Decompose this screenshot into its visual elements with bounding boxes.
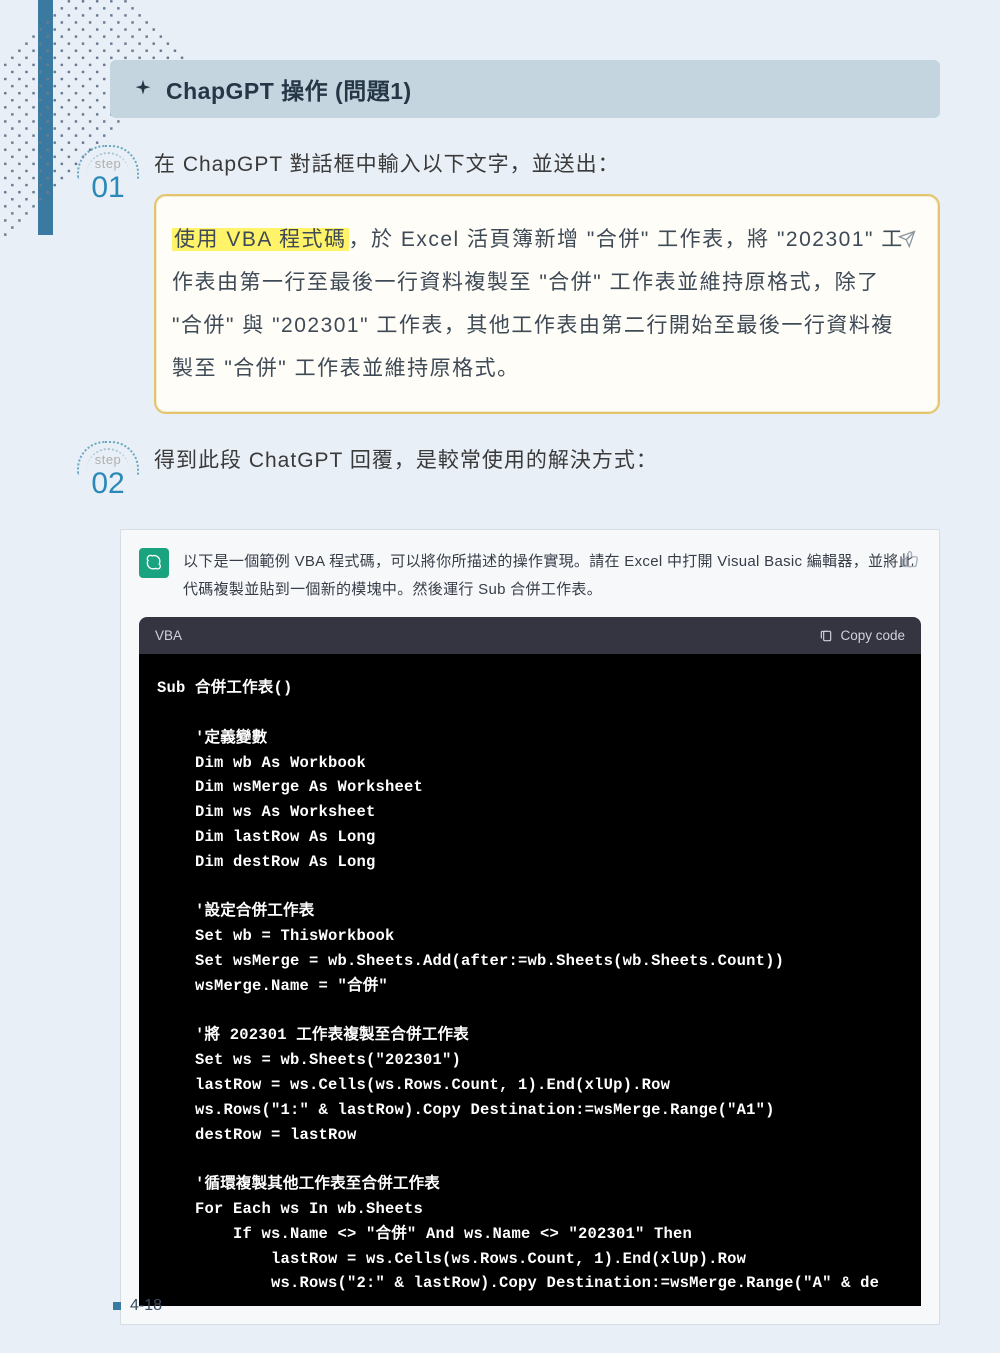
code-titlebar: VBA Copy code: [139, 617, 921, 654]
step-01: step 01 在 ChapGPT 對話框中輸入以下文字，並送出： 使用 VBA…: [80, 148, 940, 414]
thumb-up-icon[interactable]: [901, 550, 919, 568]
step-badge-02: step 02: [80, 444, 136, 499]
prompt-highlight: 使用 VBA 程式碼: [172, 228, 349, 251]
code-language-label: VBA: [155, 628, 182, 643]
page-number: 4-18: [130, 1297, 162, 1315]
step-02: step 02 得到此段 ChatGPT 回覆，是較常使用的解決方式：: [80, 444, 940, 499]
send-icon[interactable]: [898, 220, 916, 238]
footer-square-icon: [113, 1302, 121, 1310]
sidebar-tab: [38, 0, 53, 235]
section-title: ChapGPT 操作 (問題1): [166, 72, 412, 106]
page-content: ChapGPT 操作 (問題1) step 01 在 ChapGPT 對話框中輸…: [80, 60, 940, 1325]
clipboard-icon: [819, 629, 833, 643]
code-body: Sub 合併工作表() '定義變數 Dim wb As Workbook Dim…: [139, 654, 921, 1306]
copy-code-button[interactable]: Copy code: [819, 628, 905, 643]
chat-response-text: 以下是一個範例 VBA 程式碼，可以將你所描述的操作實現。請在 Excel 中打…: [183, 548, 919, 604]
step-badge-01: step 01: [80, 148, 136, 203]
sparkle-icon: [132, 78, 154, 100]
step-01-heading: 在 ChapGPT 對話框中輸入以下文字，並送出：: [154, 148, 940, 182]
prompt-box: 使用 VBA 程式碼，於 Excel 活頁簿新增 "合併" 工作表，將 "202…: [154, 194, 940, 414]
step-02-heading: 得到此段 ChatGPT 回覆，是較常使用的解決方式：: [154, 444, 940, 478]
section-header: ChapGPT 操作 (問題1): [110, 60, 940, 118]
copy-code-label: Copy code: [840, 628, 905, 643]
code-container: VBA Copy code Sub 合併工作表() '定義變數 Dim wb A…: [139, 617, 921, 1306]
page-footer: 4-18: [113, 1297, 162, 1315]
chatgpt-response-panel: 以下是一個範例 VBA 程式碼，可以將你所描述的操作實現。請在 Excel 中打…: [120, 529, 940, 1325]
chatgpt-avatar: [139, 548, 169, 578]
chat-header: 以下是一個範例 VBA 程式碼，可以將你所描述的操作實現。請在 Excel 中打…: [121, 530, 939, 618]
